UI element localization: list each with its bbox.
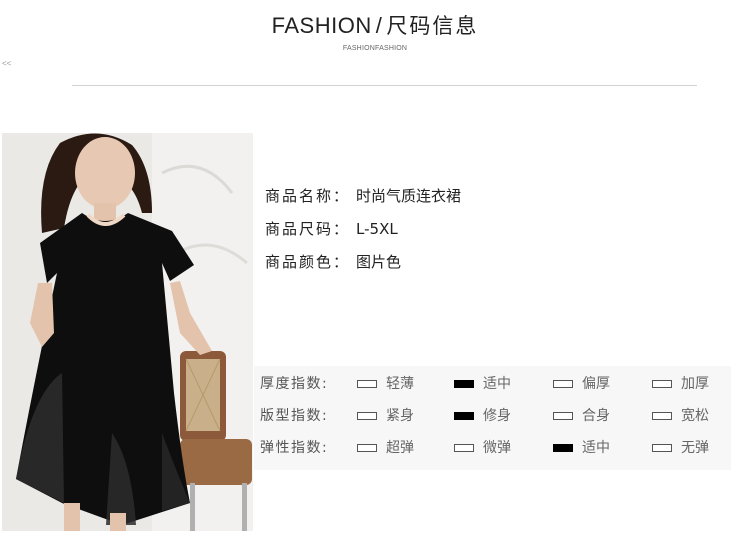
model-photo [2,133,253,531]
rating-panel: 厚度指数: 轻薄 适中 偏厚 加厚 版型指数: 紧身 修身 合身 宽松 弹性指数… [254,366,731,470]
option-label: 宽松 [681,408,709,424]
fit-row: 版型指数: 紧身 修身 合身 宽松 [254,406,731,426]
option-checkbox [454,444,474,452]
product-color-label: 商品颜色： [265,253,351,271]
side-mark: << [2,59,12,68]
title-chinese: 尺码信息 [386,14,479,38]
option-label: 适中 [483,376,511,392]
option-checkbox [652,412,672,420]
title-english: FASHION [271,13,372,38]
option-checkbox [553,412,573,420]
title-separator: / [375,13,383,38]
option-checkbox [357,380,377,388]
thickness-row: 厚度指数: 轻薄 适中 偏厚 加厚 [254,374,731,394]
model-photo-illustration [2,133,253,531]
product-name-label: 商品名称： [265,187,351,205]
option-label: 修身 [483,408,511,424]
product-color-value: 图片色 [356,253,402,271]
page-subtitle: FASHIONFASHION [342,45,408,52]
product-color-row: 商品颜色： 图片色 [265,250,461,283]
option-label: 偏厚 [582,376,610,392]
elasticity-row: 弹性指数: 超弹 微弹 适中 无弹 [254,438,731,458]
product-size-value: L-5XL [356,220,398,238]
product-size-label: 商品尺码： [265,220,351,238]
page-header: FASHION / 尺码信息 FASHIONFASHION [0,0,750,90]
option-label: 紧身 [386,408,414,424]
option-label: 适中 [582,440,610,456]
option-checkbox-selected [553,444,573,452]
page-title: FASHION / 尺码信息 [0,10,750,40]
option-label: 轻薄 [386,376,414,392]
option-checkbox [652,444,672,452]
product-info: 商品名称： 时尚气质连衣裙 商品尺码： L-5XL 商品颜色： 图片色 [265,184,461,283]
option-checkbox-selected [454,412,474,420]
elasticity-label: 弹性指数: [260,440,329,456]
option-label: 加厚 [681,376,709,392]
option-label: 微弹 [483,440,511,456]
option-checkbox [357,412,377,420]
option-label: 无弹 [681,440,709,456]
option-checkbox-selected [454,380,474,388]
header-divider [72,85,697,86]
option-label: 合身 [582,408,610,424]
option-checkbox [553,380,573,388]
product-size-row: 商品尺码： L-5XL [265,217,461,250]
option-checkbox [652,380,672,388]
product-name-value: 时尚气质连衣裙 [356,187,462,205]
thickness-label: 厚度指数: [260,376,329,392]
product-name-row: 商品名称： 时尚气质连衣裙 [265,184,461,217]
option-label: 超弹 [386,440,414,456]
fit-label: 版型指数: [260,408,329,424]
option-checkbox [357,444,377,452]
